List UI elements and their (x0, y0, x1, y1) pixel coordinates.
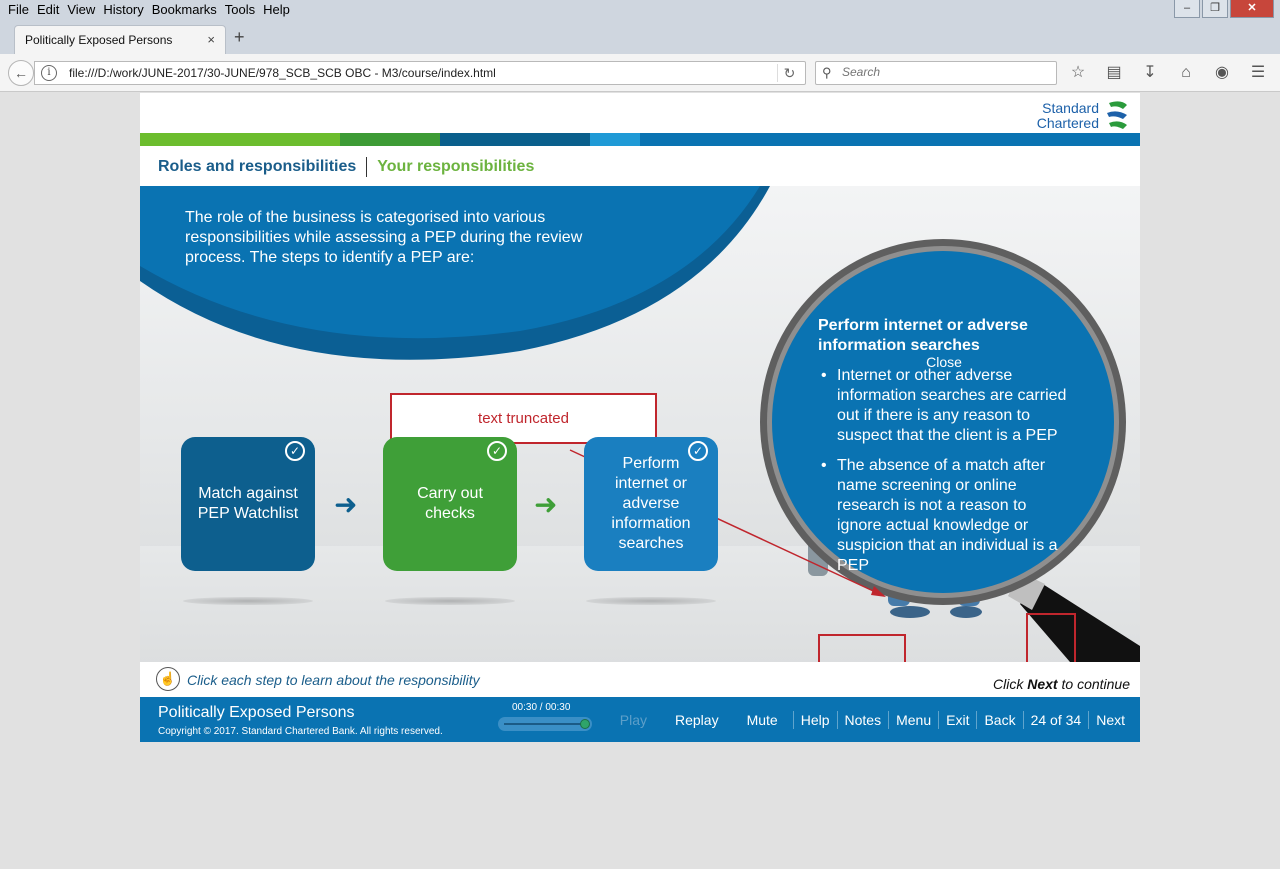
hint-bar: ☝ Click each step to learn about the res… (140, 662, 1140, 697)
step-label: Perform internet or adverse information … (611, 455, 691, 552)
step-label: Match against PEP Watchlist (197, 485, 299, 522)
brand-stripe (140, 133, 1140, 146)
logo-mark-icon (1107, 101, 1127, 129)
annotation-box-left (818, 634, 906, 662)
progress-fill (504, 723, 582, 725)
search-bar[interactable]: ⚲ (815, 61, 1057, 85)
reload-icon[interactable]: ↻ (777, 64, 801, 82)
new-tab-button[interactable]: + (234, 28, 245, 46)
slide-stage: The role of the business is categorised … (140, 186, 1140, 662)
tab-politically-exposed-persons[interactable]: Politically Exposed Persons × (14, 25, 226, 54)
continue-pre: Click (993, 676, 1028, 692)
stripe-segment (440, 133, 590, 146)
continue-post: to continue (1057, 676, 1130, 692)
menu-file[interactable]: File (4, 2, 33, 18)
step-shadow (586, 597, 716, 605)
back-button[interactable]: Back (976, 710, 1022, 729)
menu-view[interactable]: View (63, 2, 99, 18)
step-carry-out-checks[interactable]: ✓ Carry out checks (383, 437, 517, 571)
menu-bookmarks[interactable]: Bookmarks (148, 2, 221, 18)
exit-button[interactable]: Exit (938, 710, 976, 729)
player-nav: Play Replay Mute Help Notes Menu Exit Ba… (613, 697, 1140, 742)
next-button[interactable]: Next (1088, 710, 1132, 729)
tab-close-icon[interactable]: × (207, 32, 215, 47)
mute-button[interactable]: Mute (740, 711, 785, 729)
back-arrow-icon[interactable]: ← (8, 60, 34, 86)
menu-tools[interactable]: Tools (221, 2, 259, 18)
notes-button[interactable]: Notes (836, 710, 889, 729)
url-text: file:///D:/work/JUNE-2017/30-JUNE/978_SC… (69, 66, 496, 80)
help-button[interactable]: Help (792, 710, 837, 729)
arrow-right-icon: ➜ (334, 489, 358, 520)
tab-title: Politically Exposed Persons (25, 33, 173, 47)
copyright: Copyright © 2017. Standard Chartered Ban… (158, 726, 443, 737)
magnifier-title: Perform internet or adverse information … (818, 317, 1028, 354)
logo-line1: Standard (1042, 100, 1099, 116)
hand-pointer-icon: ☝ (156, 667, 180, 691)
pocket-icon[interactable]: ◉ (1210, 63, 1234, 83)
hamburger-menu-icon[interactable]: ☰ (1246, 63, 1270, 83)
menu-items: File Edit View History Bookmarks Tools H… (4, 2, 294, 18)
search-input[interactable] (842, 65, 1042, 79)
address-bar[interactable]: i file:///D:/work/JUNE-2017/30-JUNE/978_… (34, 61, 806, 85)
intro-text: The role of the business is categorised … (185, 209, 583, 266)
progress-slider[interactable] (498, 717, 592, 731)
download-icon[interactable]: ↧ (1138, 63, 1162, 83)
play-button[interactable]: Play (613, 711, 654, 729)
breadcrumb-section: Roles and responsibilities (158, 158, 357, 175)
minimize-icon[interactable]: – (1174, 0, 1200, 18)
tab-bar: Politically Exposed Persons × + (0, 22, 1280, 54)
info-icon[interactable]: i (41, 65, 57, 81)
stripe-segment (140, 133, 340, 146)
replay-button[interactable]: Replay (668, 711, 726, 729)
stripe-segment (640, 133, 1140, 146)
stripe-segment (590, 133, 640, 146)
window-controls: – ❐ ✕ (1174, 0, 1274, 18)
step-internet-searches[interactable]: ✓ Perform internet or adverse informatio… (584, 437, 718, 571)
stripe-segment (340, 133, 440, 146)
logo-line2: Chartered (1036, 115, 1099, 131)
instruction-text: Click each step to learn about the respo… (187, 672, 480, 688)
step-shadow (385, 597, 515, 605)
menu-help[interactable]: Help (259, 2, 294, 18)
restore-icon[interactable]: ❐ (1202, 0, 1228, 18)
step-shadow (183, 597, 313, 605)
menu-bar: File Edit View History Bookmarks Tools H… (0, 0, 1280, 22)
player-footer: Politically Exposed Persons Copyright © … (140, 697, 1140, 742)
course-player: Standard Chartered Roles and responsibil… (140, 93, 1140, 742)
menu-button[interactable]: Menu (888, 710, 938, 729)
reading-list-icon[interactable]: ▤ (1102, 63, 1126, 83)
close-window-icon[interactable]: ✕ (1230, 0, 1274, 18)
navigation-toolbar: ← i file:///D:/work/JUNE-2017/30-JUNE/97… (0, 54, 1280, 92)
toolbar-icons: ☆ ▤ ↧ ⌂ ◉ ☰ (1066, 63, 1270, 83)
magnifier-bullet: The absence of a match after name screen… (818, 456, 1074, 576)
breadcrumb-page: Your responsibilities (377, 158, 535, 175)
arrow-right-icon: ➜ (534, 489, 558, 520)
continue-next: Next (1027, 676, 1058, 692)
magnifier-bullets: Internet or other adverse information se… (818, 366, 1074, 576)
home-icon[interactable]: ⌂ (1174, 63, 1198, 83)
breadcrumb: Roles and responsibilities Your responsi… (158, 157, 534, 177)
menu-edit[interactable]: Edit (33, 2, 63, 18)
continue-instruction: Click Next to continue (993, 676, 1130, 692)
check-icon: ✓ (487, 441, 507, 461)
menu-history[interactable]: History (99, 2, 147, 18)
check-icon: ✓ (285, 441, 305, 461)
magnifier-bullet: Internet or other adverse information se… (818, 366, 1074, 446)
standard-chartered-logo: Standard Chartered (1035, 99, 1135, 133)
breadcrumb-separator (366, 157, 368, 177)
search-icon: ⚲ (822, 65, 832, 80)
time-readout: 00:30 / 00:30 (512, 702, 571, 713)
bookmark-star-icon[interactable]: ☆ (1066, 63, 1090, 83)
step-match-watchlist[interactable]: ✓ Match against PEP Watchlist (181, 437, 315, 571)
page-counter: 24 of 34 (1022, 710, 1089, 729)
progress-knob[interactable] (580, 719, 590, 729)
step-label: Carry out checks (417, 485, 483, 522)
logo-text: Standard Chartered (1035, 101, 1099, 131)
check-icon: ✓ (688, 441, 708, 461)
course-title: Politically Exposed Persons (158, 704, 355, 721)
magnifier-content: Perform internet or adverse information … (818, 316, 1074, 586)
